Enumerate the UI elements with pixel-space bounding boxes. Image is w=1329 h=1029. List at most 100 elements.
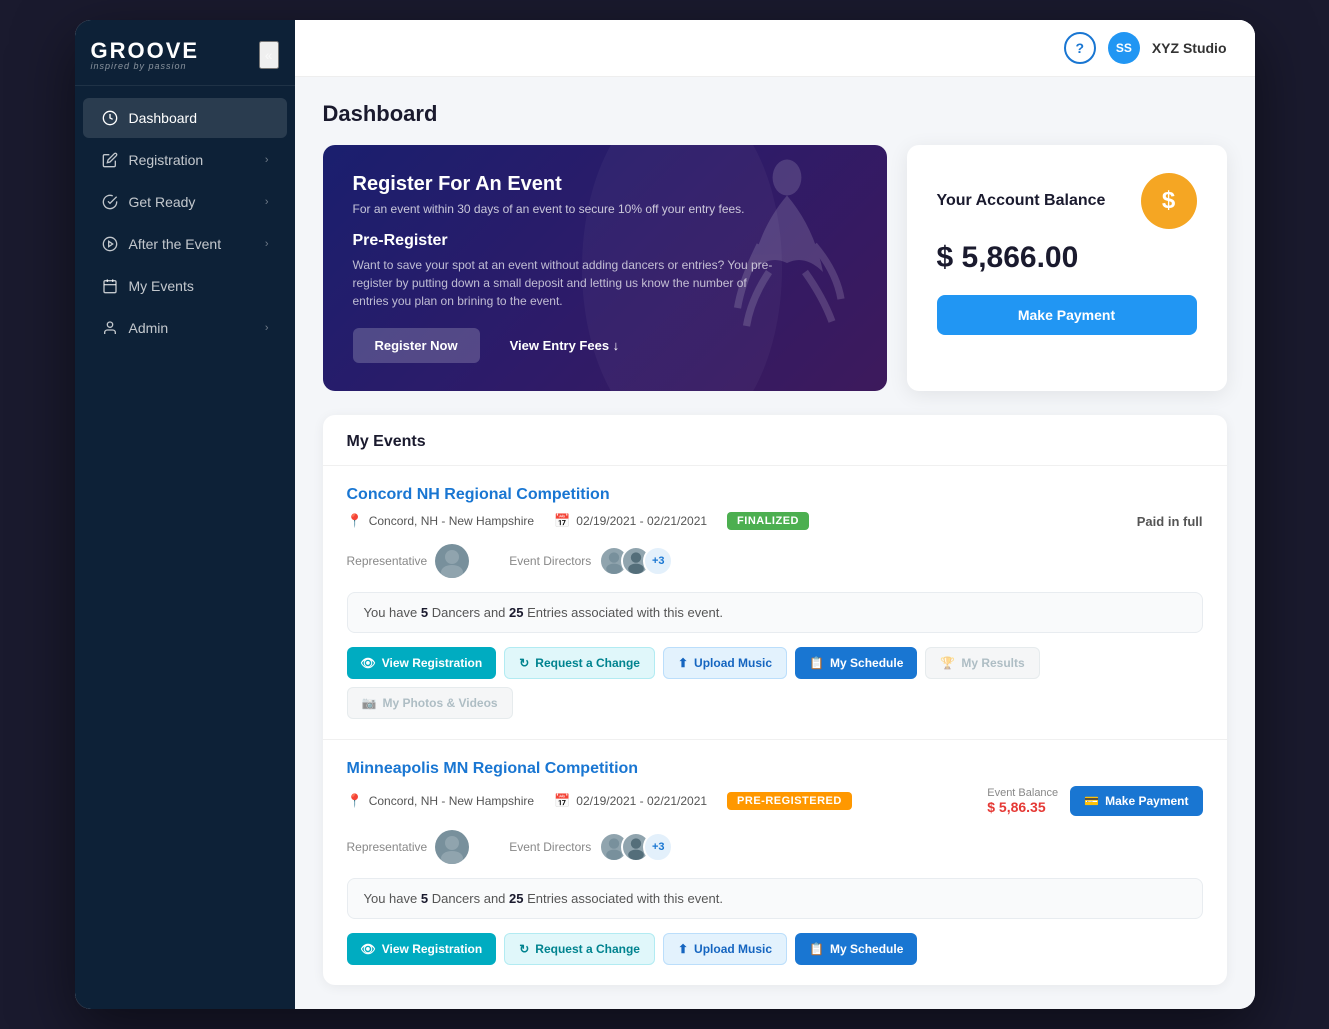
- entries-count-1: 25: [509, 605, 523, 620]
- view-entry-fees-button[interactable]: View Entry Fees ↓: [492, 328, 638, 363]
- sidebar-label-get-ready: Get Ready: [129, 194, 196, 210]
- pencil-icon: [101, 151, 119, 169]
- balance-header: Your Account Balance $: [937, 173, 1197, 229]
- event-actions-2: 👁 View Registration ↻ Request a Change ⬆…: [347, 933, 1203, 965]
- logo: GROOVE inspired by passion: [91, 38, 200, 71]
- help-button[interactable]: ?: [1064, 32, 1096, 64]
- entry-summary-2: You have 5 Dancers and 25 Entries associ…: [347, 878, 1203, 919]
- main-content: ? SS XYZ Studio Dashboard: [295, 20, 1255, 1009]
- event-item-1: Concord NH Regional Competition 📍 Concor…: [323, 466, 1227, 740]
- card-buttons: Register Now View Entry Fees ↓: [353, 328, 857, 363]
- upload-icon-2: ⬆: [678, 942, 688, 956]
- events-header: My Events: [323, 415, 1227, 466]
- trophy-icon: 🏆: [940, 656, 955, 670]
- calendar-icon-1: 📅: [554, 513, 570, 529]
- chevron-right-icon-4: ›: [265, 322, 269, 334]
- directors-avatars-1: +3: [599, 546, 673, 576]
- my-schedule-btn-1[interactable]: 📋 My Schedule: [795, 647, 917, 679]
- view-registration-btn-2[interactable]: 👁 View Registration: [347, 933, 497, 965]
- sidebar-item-my-events[interactable]: My Events: [83, 266, 287, 306]
- eye-icon-2: 👁: [361, 942, 376, 956]
- sidebar-item-registration[interactable]: Registration ›: [83, 140, 287, 180]
- dancer-decoration: [727, 155, 847, 335]
- directors-label-1: Event Directors: [509, 554, 591, 568]
- events-section: My Events Concord NH Regional Competitio…: [323, 415, 1227, 985]
- refresh-icon: ↻: [519, 656, 529, 670]
- chevron-right-icon-3: ›: [265, 238, 269, 250]
- dancers-count-2: 5: [421, 891, 428, 906]
- app-wrapper: GROOVE inspired by passion « Dashboard: [75, 20, 1255, 1009]
- sidebar-label-admin: Admin: [129, 320, 169, 336]
- sidebar-item-dashboard[interactable]: Dashboard: [83, 98, 287, 138]
- camera-icon: 📷: [362, 696, 377, 710]
- request-change-btn-1[interactable]: ↻ Request a Change: [504, 647, 655, 679]
- my-schedule-btn-2[interactable]: 📋 My Schedule: [795, 933, 917, 965]
- calendar-icon: [101, 277, 119, 295]
- event-directors-row-2: Representative Event Directors: [347, 830, 1203, 864]
- balance-title: Your Account Balance: [937, 192, 1106, 210]
- event-dates-1: 📅 02/19/2021 - 02/21/2021: [554, 513, 707, 529]
- my-photos-videos-btn-1: 📷 My Photos & Videos: [347, 687, 513, 719]
- register-card: Register For An Event For an event withi…: [323, 145, 887, 391]
- dancers-count-1: 5: [421, 605, 428, 620]
- event-name-2[interactable]: Minneapolis MN Regional Competition: [347, 760, 1203, 778]
- event-badge-1: FINALIZED: [727, 512, 809, 530]
- chevron-right-icon-2: ›: [265, 196, 269, 208]
- event-meta-2: 📍 Concord, NH - New Hampshire 📅 02/19/20…: [347, 786, 1203, 816]
- sidebar-label-after-event: After the Event: [129, 236, 222, 252]
- make-payment-button[interactable]: Make Payment: [937, 295, 1197, 335]
- register-now-button[interactable]: Register Now: [353, 328, 480, 363]
- rep-avatar-2: [435, 830, 469, 864]
- view-registration-btn-1[interactable]: 👁 View Registration: [347, 647, 497, 679]
- logo-main: GROOVE: [91, 38, 200, 63]
- pre-register-desc: Want to save your spot at an event witho…: [353, 256, 773, 310]
- event-directors-row-1: Representative Event Directors: [347, 544, 1203, 578]
- person-icon: [101, 319, 119, 337]
- page-content: Dashboard Register For An Event For an e…: [295, 77, 1255, 1009]
- representative-group-1: Representative: [347, 544, 470, 578]
- collapse-button[interactable]: «: [259, 41, 279, 69]
- event-dates-2: 📅 02/19/2021 - 02/21/2021: [554, 793, 707, 809]
- upload-music-btn-1[interactable]: ⬆ Upload Music: [663, 647, 787, 679]
- rep-label-2: Representative: [347, 840, 428, 854]
- directors-count-badge-1: +3: [643, 546, 673, 576]
- check-circle-icon: [101, 193, 119, 211]
- upload-icon: ⬆: [678, 656, 688, 670]
- rep-label-1: Representative: [347, 554, 428, 568]
- sidebar-label-registration: Registration: [129, 152, 204, 168]
- request-change-btn-2[interactable]: ↻ Request a Change: [504, 933, 655, 965]
- eye-icon: 👁: [361, 656, 376, 670]
- event-name-1[interactable]: Concord NH Regional Competition: [347, 486, 1203, 504]
- sidebar-item-after-event[interactable]: After the Event ›: [83, 224, 287, 264]
- sidebar-item-get-ready[interactable]: Get Ready ›: [83, 182, 287, 222]
- speedometer-icon: [101, 109, 119, 127]
- topbar: ? SS XYZ Studio: [295, 20, 1255, 77]
- directors-avatars-2: +3: [599, 832, 673, 862]
- payment-icon-2: 💳: [1084, 794, 1099, 808]
- events-section-title: My Events: [347, 433, 1203, 451]
- directors-group-2: Event Directors +3: [509, 832, 673, 862]
- entry-summary-1: You have 5 Dancers and 25 Entries associ…: [347, 592, 1203, 633]
- logo-sub: inspired by passion: [91, 61, 200, 71]
- refresh-icon-2: ↻: [519, 942, 529, 956]
- chevron-right-icon: ›: [265, 154, 269, 166]
- upload-music-btn-2[interactable]: ⬆ Upload Music: [663, 933, 787, 965]
- location-icon: 📍: [347, 513, 363, 529]
- representative-group-2: Representative: [347, 830, 470, 864]
- register-card-title: Register For An Event: [353, 173, 857, 196]
- balance-card: Your Account Balance $ $ 5,866.00 Make P…: [907, 145, 1227, 391]
- event-actions-1: 👁 View Registration ↻ Request a Change ⬆…: [347, 647, 1203, 719]
- event-balance-2: Event Balance $ 5,86.35: [987, 787, 1058, 815]
- directors-group-1: Event Directors +3: [509, 546, 673, 576]
- hero-section: Register For An Event For an event withi…: [323, 145, 1227, 391]
- sidebar-item-admin[interactable]: Admin ›: [83, 308, 287, 348]
- sidebar-label-dashboard: Dashboard: [129, 110, 198, 126]
- page-title: Dashboard: [323, 101, 1227, 127]
- schedule-icon-2: 📋: [809, 942, 824, 956]
- make-payment-btn-2[interactable]: 💳 Make Payment: [1070, 786, 1202, 816]
- event-item-2: Minneapolis MN Regional Competition 📍 Co…: [323, 740, 1227, 985]
- sidebar: GROOVE inspired by passion « Dashboard: [75, 20, 295, 1009]
- location-icon-2: 📍: [347, 793, 363, 809]
- directors-count-badge-2: +3: [643, 832, 673, 862]
- nav-list: Dashboard Registration › Get Ready: [75, 86, 295, 989]
